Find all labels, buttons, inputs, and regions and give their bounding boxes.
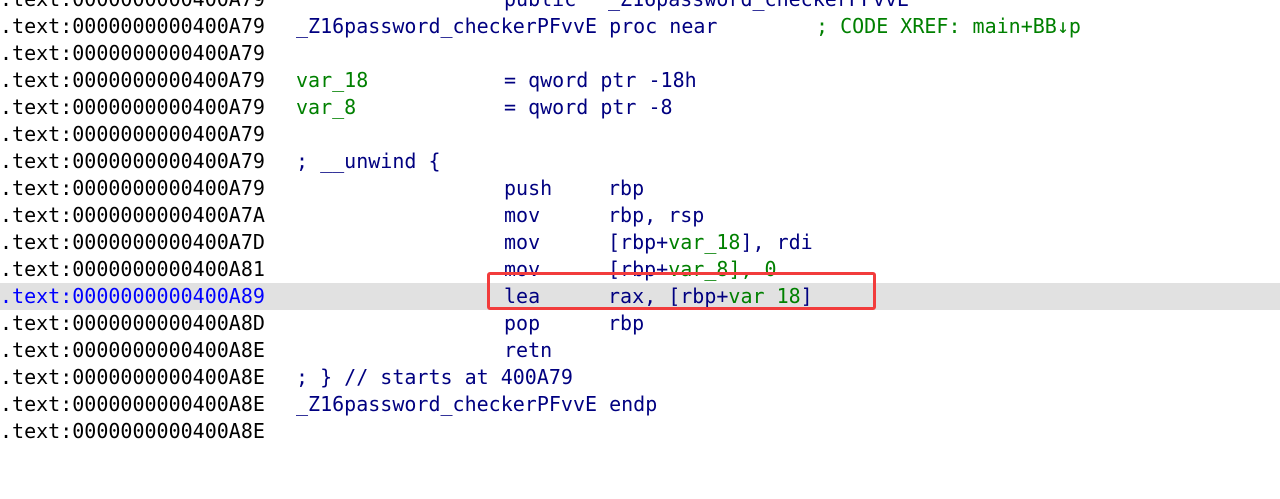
listing-line[interactable]: .text:0000000000400A79 push rbp [0,175,1280,202]
line-address: .text:0000000000400A79 [0,95,265,119]
instruction-operands: rbp [608,311,645,335]
unwind-end-comment: ; } // starts at 400A79 [296,365,573,389]
listing-line[interactable]: .text:0000000000400A79 [0,121,1280,148]
listing-line[interactable]: .text:0000000000400A79 var_8 = qword ptr… [0,94,1280,121]
proc-declaration: _Z16password_checkerPFvvE proc near [296,13,717,40]
line-address: .text:0000000000400A8E [0,419,265,443]
endp-declaration: _Z16password_checkerPFvvE endp [296,391,657,418]
listing-line[interactable]: .text:0000000000400A79 var_18 = qword pt… [0,67,1280,94]
code-xref-comment[interactable]: ; CODE XREF: main+BB↓p [816,13,1081,40]
instruction-operands: [rbp+var_18], rdi [608,229,813,256]
stack-variable-name[interactable]: var_8 [296,94,356,121]
operand-prefix: [rbp+ [608,230,669,254]
listing-line[interactable]: .text:0000000000400A79 [0,40,1280,67]
line-address: .text:0000000000400A7A [0,203,265,227]
listing-line[interactable]: .text:0000000000400A79 ; __unwind { [0,148,1280,175]
line-address: .text:0000000000400A79 [0,176,265,200]
line-address: .text:0000000000400A79 [0,122,265,146]
line-address: .text:0000000000400A8E [0,392,265,416]
listing-line[interactable]: .text:0000000000400A79 public _Z16passwo… [0,0,1280,13]
line-address: .text:0000000000400A79 [0,41,265,65]
listing-line[interactable]: .text:0000000000400A7A mov rbp, rsp [0,202,1280,229]
listing-line[interactable]: .text:0000000000400A7D mov [rbp+var_18],… [0,229,1280,256]
line-address: .text:0000000000400A8D [0,311,265,335]
stack-variable-name[interactable]: var_18 [296,67,368,94]
line-address: .text:0000000000400A8E [0,338,265,362]
instruction-operands: rbp [608,176,645,200]
stack-variable-definition: = qword ptr -8 [504,95,673,119]
function-name[interactable]: _Z16password_checkerPFvvE [296,392,597,416]
line-address: .text:0000000000400A79 [0,149,265,173]
stack-variable-definition: = qword ptr -18h [504,68,697,92]
annotation-highlight-box [487,272,876,310]
operand-suffix: ], rdi [740,230,813,254]
endp-keyword: endp [609,392,658,416]
stack-variable-ref[interactable]: var_18 [668,230,740,254]
instruction-mnemonic: mov [504,203,541,227]
listing-line[interactable]: .text:0000000000400A8D pop rbp [0,310,1280,337]
instruction-operands: rbp, rsp [608,203,705,227]
line-address: .text:0000000000400A81 [0,257,265,281]
listing-line[interactable]: .text:0000000000400A8E retn [0,337,1280,364]
line-address: .text:0000000000400A7D [0,230,265,254]
listing-line[interactable]: .text:0000000000400A8E _Z16password_chec… [0,391,1280,418]
public-directive: public [504,0,576,13]
line-address: .text:0000000000400A79 [0,0,265,13]
listing-line[interactable]: .text:0000000000400A8E [0,418,1280,445]
unwind-comment: ; __unwind { [296,149,441,173]
listing-line[interactable]: .text:0000000000400A79 _Z16password_chec… [0,13,1280,40]
instruction-mnemonic: mov [504,230,541,254]
line-address: .text:0000000000400A8E [0,365,265,389]
proc-keyword: proc near [609,14,718,38]
instruction-mnemonic: retn [504,338,553,362]
listing-line[interactable]: .text:0000000000400A8E ; } // starts at … [0,364,1280,391]
function-name[interactable]: _Z16password_checkerPFvvE [296,14,597,38]
disassembly-listing[interactable]: .text:0000000000400A79 public _Z16passwo… [0,0,1280,445]
instruction-mnemonic: push [504,176,553,200]
instruction-mnemonic: pop [504,311,541,335]
line-address: .text:0000000000400A79 [0,68,265,92]
line-address: .text:0000000000400A79 [0,14,265,38]
public-symbol[interactable]: _Z16password_checkerPFvvE [608,0,909,13]
line-address: .text:0000000000400A89 [0,284,265,308]
